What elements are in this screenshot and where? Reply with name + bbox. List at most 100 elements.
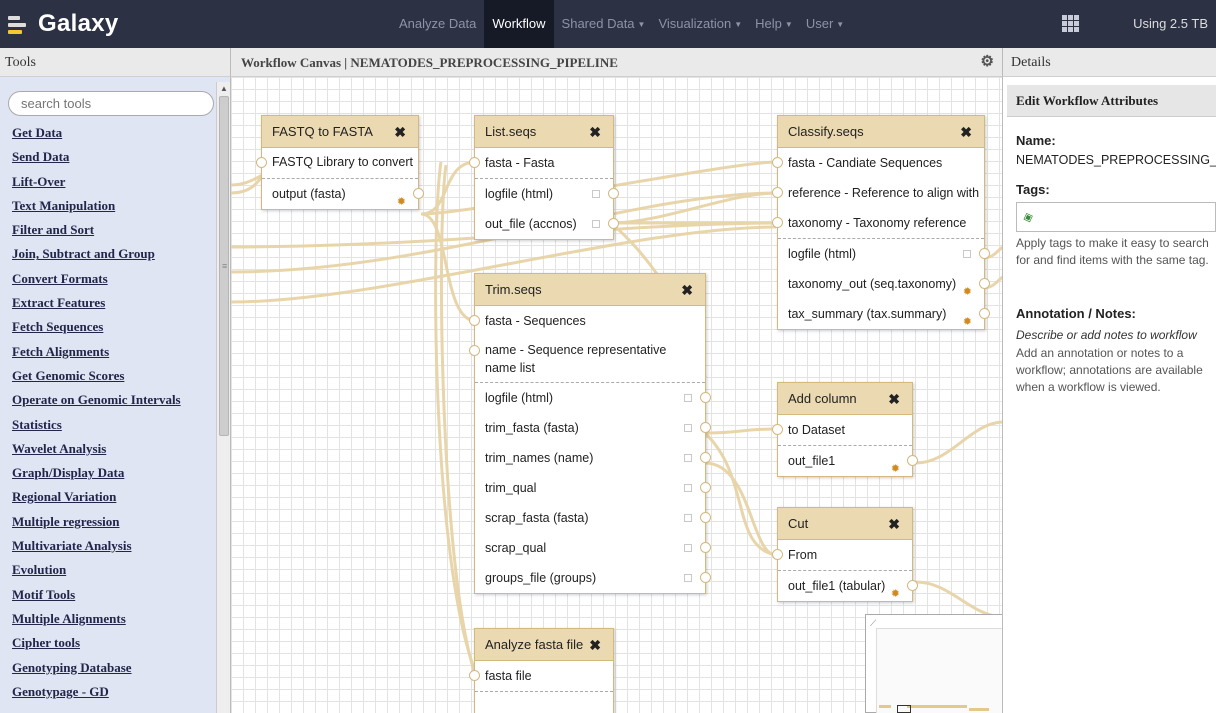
node-title[interactable]: Add column ✖ (778, 383, 912, 415)
tool-section-link[interactable]: Graph/Display Data (12, 461, 218, 485)
input-terminal[interactable] (772, 217, 783, 228)
input-terminal[interactable] (772, 424, 783, 435)
tag-icon[interactable]: ◈ (1021, 208, 1036, 226)
input-terminal[interactable] (469, 157, 480, 168)
input-terminal[interactable] (256, 157, 267, 168)
apps-grid-icon[interactable] (1062, 15, 1080, 33)
tool-section-link[interactable]: Text Manipulation (12, 194, 218, 218)
input-terminal[interactable] (772, 187, 783, 198)
tool-section-link[interactable]: Statistics (12, 413, 218, 437)
output-terminal[interactable] (907, 580, 918, 591)
output-terminal[interactable] (700, 572, 711, 583)
galaxy-logo[interactable]: Galaxy (8, 6, 119, 42)
output-terminal[interactable] (413, 188, 424, 199)
node-list-seqs[interactable]: List.seqs ✖ fasta - Fasta logfile (html) … (469, 115, 619, 240)
output-checkbox[interactable] (684, 424, 692, 432)
output-checkbox[interactable] (684, 574, 692, 582)
tool-section-link[interactable]: Multiple Alignments (12, 607, 218, 631)
output-checkbox[interactable] (684, 514, 692, 522)
output-checkbox[interactable] (684, 484, 692, 492)
workflow-name-field[interactable]: NEMATODES_PREPROCESSING_PIPELINE (1016, 153, 1216, 167)
output-checkbox[interactable] (684, 394, 692, 402)
workflow-canvas[interactable]: FASTQ to FASTA ✖ FASTQ Library to convert… (230, 77, 1003, 713)
star-output-icon[interactable]: ✹ (891, 454, 900, 484)
nav-help[interactable]: Help ▼ (750, 0, 798, 48)
close-icon[interactable]: ✖ (960, 116, 972, 148)
node-fastq-to-fasta[interactable]: FASTQ to FASTA ✖ FASTQ Library to convert… (256, 115, 424, 210)
node-title[interactable]: Classify.seqs ✖ (778, 116, 984, 148)
close-icon[interactable]: ✖ (589, 629, 601, 661)
output-terminal[interactable] (700, 452, 711, 463)
tool-section-link[interactable]: Convert Formats (12, 267, 218, 291)
tool-search-input[interactable] (8, 91, 214, 116)
tool-section-link[interactable]: Fetch Alignments (12, 340, 218, 364)
tags-input[interactable]: ◈ (1016, 202, 1216, 232)
close-icon[interactable]: ✖ (888, 508, 900, 540)
tool-section-link[interactable]: Regional Variation (12, 485, 218, 509)
node-title[interactable]: Trim.seqs ✖ (475, 274, 705, 306)
input-terminal[interactable] (772, 157, 783, 168)
node-title[interactable]: Analyze fasta file ✖ (475, 629, 613, 661)
nav-user[interactable]: User ▼ (801, 0, 849, 48)
tool-section-link[interactable]: Lift-Over (12, 170, 218, 194)
quota-meter[interactable]: Using 2.5 TB (1133, 0, 1208, 48)
canvas-overview[interactable]: ⟋ (865, 614, 1002, 713)
star-output-icon[interactable]: ✹ (963, 307, 972, 337)
output-terminal[interactable] (608, 218, 619, 229)
tool-section-link[interactable]: Extract Features (12, 291, 218, 315)
tool-section-link[interactable]: Genotyping Database (12, 656, 218, 680)
tool-section-link[interactable]: Get Data (12, 121, 218, 145)
node-analyze-fasta-file[interactable]: Analyze fasta file ✖ fasta file (469, 628, 614, 713)
close-icon[interactable]: ✖ (589, 116, 601, 148)
overview-viewport[interactable] (897, 705, 911, 713)
gear-icon[interactable]: ⚙ (981, 48, 994, 77)
output-terminal[interactable] (700, 482, 711, 493)
output-terminal[interactable] (979, 248, 990, 259)
output-checkbox[interactable] (963, 250, 971, 258)
tool-section-link[interactable]: Multiple regression (12, 510, 218, 534)
node-classify-seqs[interactable]: Classify.seqs ✖ fasta - Candiate Sequence… (772, 115, 990, 330)
output-terminal[interactable] (700, 422, 711, 433)
input-terminal[interactable] (469, 315, 480, 326)
input-terminal[interactable] (772, 549, 783, 560)
tool-panel-scrollbar[interactable]: ▲ (216, 82, 230, 713)
close-icon[interactable]: ✖ (681, 274, 693, 306)
output-terminal[interactable] (700, 542, 711, 553)
star-output-icon[interactable]: ✹ (397, 187, 406, 217)
tool-section-link[interactable]: Get Genomic Scores (12, 364, 218, 388)
output-terminal[interactable] (700, 512, 711, 523)
close-icon[interactable]: ✖ (888, 383, 900, 415)
tool-section-link[interactable]: Fetch Sequences (12, 315, 218, 339)
input-terminal[interactable] (469, 345, 480, 356)
nav-workflow[interactable]: Workflow (484, 0, 554, 48)
node-cut[interactable]: Cut ✖ From out_file1 (tabular) ✹ (772, 507, 918, 602)
nav-visualization[interactable]: Visualization ▼ (653, 0, 747, 48)
output-terminal[interactable] (979, 278, 990, 289)
tool-section-link[interactable]: Join, Subtract and Group (12, 242, 218, 266)
node-trim-seqs[interactable]: Trim.seqs ✖ fasta - Sequences name - Sequ… (469, 273, 711, 594)
output-checkbox[interactable] (592, 220, 600, 228)
tool-section-link[interactable]: Multivariate Analysis (12, 534, 218, 558)
output-checkbox[interactable] (684, 454, 692, 462)
tool-section-link[interactable]: Send Data (12, 145, 218, 169)
scroll-up-arrow-icon[interactable]: ▲ (220, 84, 228, 93)
output-terminal[interactable] (979, 308, 990, 319)
nav-analyze-data[interactable]: Analyze Data (394, 0, 481, 48)
nav-shared-data[interactable]: Shared Data ▼ (557, 0, 651, 48)
tool-section-link[interactable]: Filter and Sort (12, 218, 218, 242)
output-checkbox[interactable] (592, 190, 600, 198)
tool-section-link[interactable]: Motif Tools (12, 583, 218, 607)
close-icon[interactable]: ✖ (394, 116, 406, 148)
overview-map[interactable] (876, 628, 1002, 713)
node-add-column[interactable]: Add column ✖ to Dataset out_file1 ✹ (772, 382, 918, 477)
output-terminal[interactable] (700, 392, 711, 403)
tool-section-link[interactable]: Genotypage - GD (12, 680, 218, 704)
tool-section-link[interactable]: Operate on Genomic Intervals (12, 388, 218, 412)
node-title[interactable]: List.seqs ✖ (475, 116, 613, 148)
tool-section-link[interactable]: Evolution (12, 558, 218, 582)
output-terminal[interactable] (907, 455, 918, 466)
panel-resize-grip[interactable]: ≡ (222, 261, 227, 271)
input-terminal[interactable] (469, 670, 480, 681)
output-terminal[interactable] (608, 188, 619, 199)
node-title[interactable]: FASTQ to FASTA ✖ (262, 116, 418, 148)
